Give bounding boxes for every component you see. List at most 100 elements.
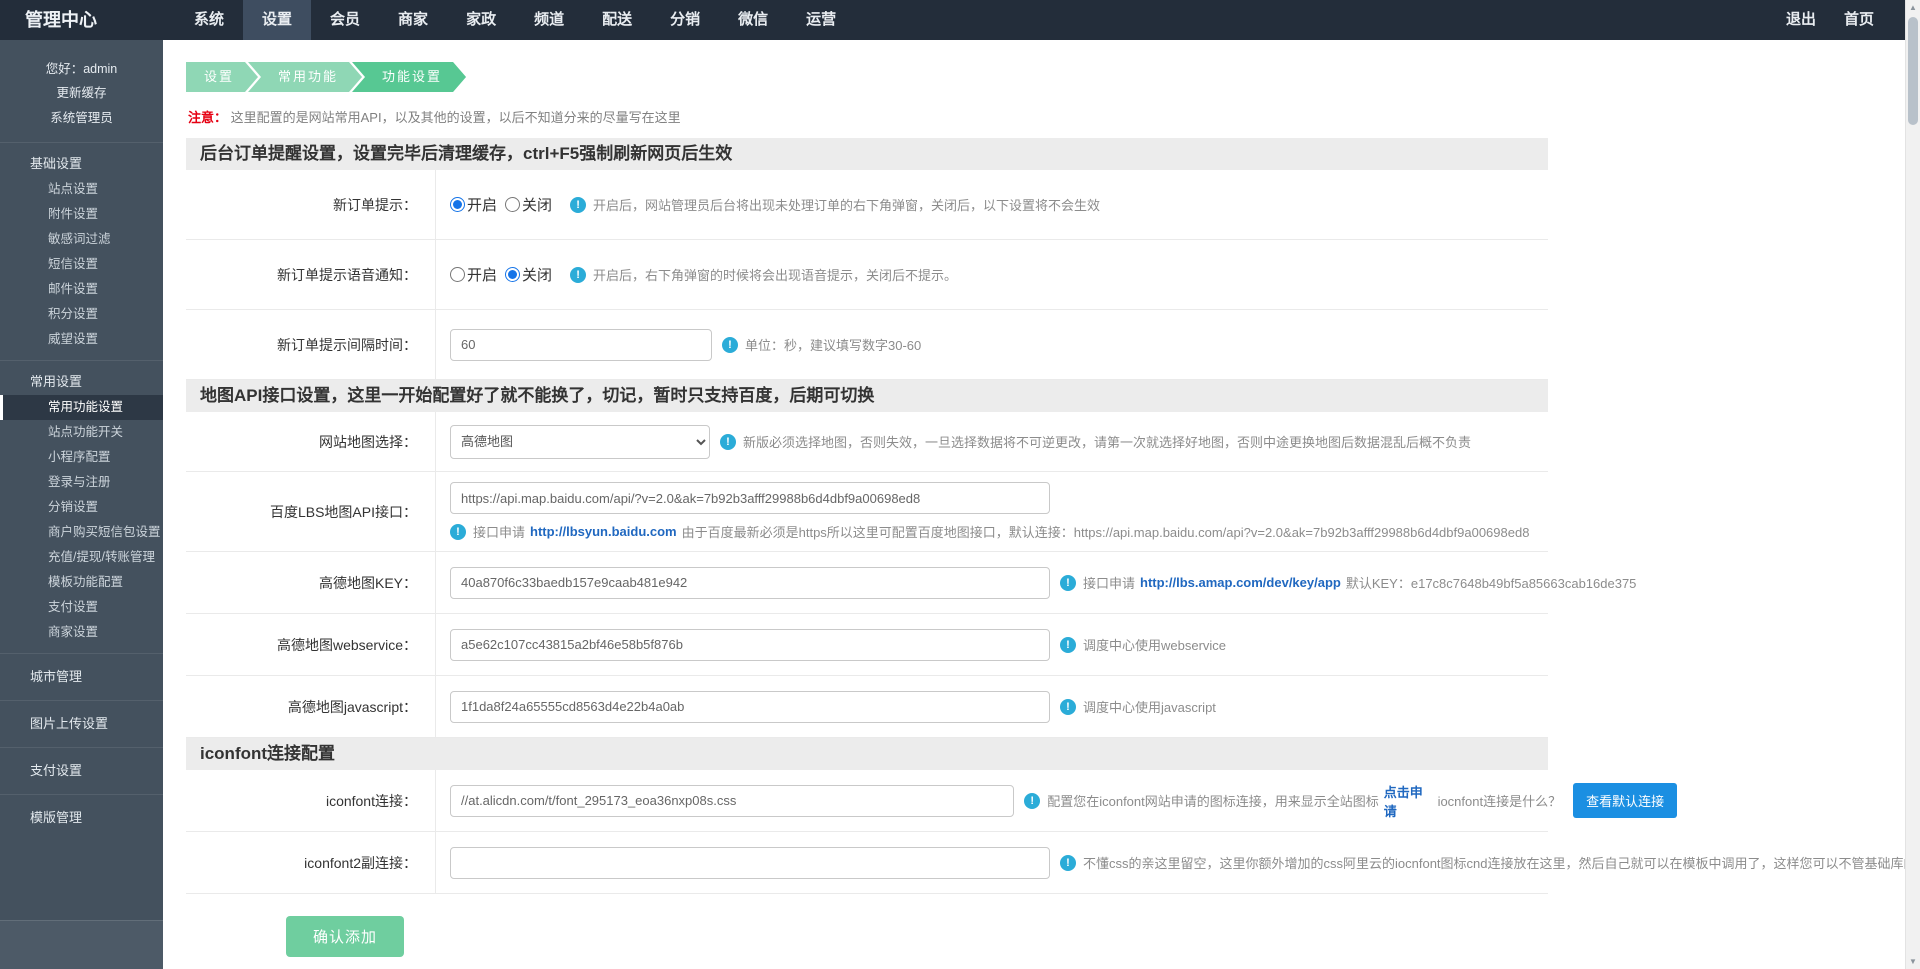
iconfont2-link-input[interactable] bbox=[450, 847, 1050, 879]
iconfont-link-input[interactable] bbox=[450, 785, 1014, 817]
sidebar-group-label-city[interactable]: 城市管理 bbox=[0, 662, 163, 692]
page-scrollbar: ▲ ▼ bbox=[1905, 0, 1920, 969]
nav-item-system[interactable]: 系统 bbox=[175, 0, 243, 40]
sidebar-item-sensitive-word-filter[interactable]: 敏感词过滤 bbox=[0, 227, 163, 252]
sidebar-group-payment: 支付设置 bbox=[0, 747, 163, 794]
field-label: 高德地图webservice： bbox=[186, 614, 436, 675]
sidebar-group-basic-settings: 基础设置 站点设置 附件设置 敏感词过滤 短信设置 邮件设置 积分设置 威望设置 bbox=[0, 142, 163, 360]
field-label: 高德地图KEY： bbox=[186, 552, 436, 613]
radio-label-off[interactable]: 关闭 bbox=[522, 194, 552, 215]
top-nav-right: 退出 首页 bbox=[1772, 0, 1920, 40]
sidebar-item-site-settings[interactable]: 站点设置 bbox=[0, 177, 163, 202]
sidebar-group-label-template[interactable]: 模版管理 bbox=[0, 803, 163, 833]
section-title-order-reminder: 后台订单提醒设置，设置完毕后清理缓存，ctrl+F5强制刷新网页后生效 bbox=[186, 138, 1548, 170]
info-icon bbox=[1060, 575, 1076, 591]
sidebar-item-payment-settings[interactable]: 支付设置 bbox=[0, 595, 163, 620]
tip-interval-input[interactable] bbox=[450, 329, 712, 361]
top-nav-menu: 系统 设置 会员 商家 家政 频道 配送 分销 微信 运营 bbox=[175, 0, 855, 40]
voice-notify-off-radio[interactable] bbox=[505, 267, 520, 282]
nav-item-delivery[interactable]: 配送 bbox=[583, 0, 651, 40]
section-title-iconfont: iconfont连接配置 bbox=[186, 738, 1548, 770]
nav-item-housekeeping[interactable]: 家政 bbox=[447, 0, 515, 40]
field-help: 单位：秒，建议填写数字30-60 bbox=[745, 335, 921, 354]
sidebar-item-recharge-withdraw-transfer[interactable]: 充值/提现/转账管理 bbox=[0, 545, 163, 570]
form-row-new-order-tip: 新订单提示： 开启 关闭 开启后，网站管理员后台将出现未处理订单的右下角弹窗，关… bbox=[186, 170, 1548, 240]
iconfont-apply-link[interactable]: 点击申请 bbox=[1384, 782, 1433, 820]
scrollbar-up-arrow[interactable]: ▲ bbox=[1906, 0, 1920, 15]
amap-webservice-input[interactable] bbox=[450, 629, 1050, 661]
sidebar-group-label-image-upload[interactable]: 图片上传设置 bbox=[0, 709, 163, 739]
nav-item-wechat[interactable]: 微信 bbox=[719, 0, 787, 40]
field-label: 高德地图javascript： bbox=[186, 676, 436, 737]
sidebar-item-common-function-settings[interactable]: 常用功能设置 bbox=[0, 395, 163, 420]
sidebar-item-distribution-settings[interactable]: 分销设置 bbox=[0, 495, 163, 520]
sidebar-group-label-basic[interactable]: 基础设置 bbox=[0, 151, 163, 177]
map-select-dropdown[interactable]: 高德地图 bbox=[450, 425, 710, 459]
sidebar-item-sms-settings[interactable]: 短信设置 bbox=[0, 252, 163, 277]
logout-link[interactable]: 退出 bbox=[1772, 0, 1830, 40]
field-label: 百度LBS地图API接口： bbox=[186, 472, 436, 551]
nav-item-settings[interactable]: 设置 bbox=[243, 0, 311, 40]
info-icon bbox=[1060, 699, 1076, 715]
nav-item-distribution[interactable]: 分销 bbox=[651, 0, 719, 40]
field-label: 新订单提示： bbox=[186, 170, 436, 239]
info-icon bbox=[720, 434, 736, 450]
amap-key-input[interactable] bbox=[450, 567, 1050, 599]
breadcrumb-step-common-functions[interactable]: 常用功能 bbox=[248, 62, 362, 92]
sidebar-item-template-function-config[interactable]: 模板功能配置 bbox=[0, 570, 163, 595]
sidebar-item-login-register[interactable]: 登录与注册 bbox=[0, 470, 163, 495]
nav-item-operations[interactable]: 运营 bbox=[787, 0, 855, 40]
amap-javascript-input[interactable] bbox=[450, 691, 1050, 723]
voice-notify-on-radio[interactable] bbox=[450, 267, 465, 282]
radio-label-on[interactable]: 开启 bbox=[467, 264, 497, 285]
radio-label-off[interactable]: 关闭 bbox=[522, 264, 552, 285]
form-row-tip-interval: 新订单提示间隔时间： 单位：秒，建议填写数字30-60 bbox=[186, 310, 1548, 380]
view-default-link-button[interactable]: 查看默认连接 bbox=[1573, 783, 1677, 818]
amap-key-apply-link[interactable]: http://lbs.amap.com/dev/key/app bbox=[1140, 575, 1341, 590]
field-help: 调度中心使用webservice bbox=[1083, 635, 1226, 654]
sidebar-footer bbox=[0, 920, 163, 969]
nav-item-merchants[interactable]: 商家 bbox=[379, 0, 447, 40]
sidebar: 您好：admin 更新缓存 系统管理员 基础设置 站点设置 附件设置 敏感词过滤… bbox=[0, 40, 163, 969]
sidebar-group-label-common[interactable]: 常用设置 bbox=[0, 369, 163, 395]
new-order-tip-on-radio[interactable] bbox=[450, 197, 465, 212]
top-nav: 管理中心 系统 设置 会员 商家 家政 频道 配送 分销 微信 运营 退出 首页 bbox=[0, 0, 1920, 40]
breadcrumb-step-settings[interactable]: 设置 bbox=[186, 62, 258, 92]
sidebar-item-merchant-sms-package[interactable]: 商户购买短信包设置 bbox=[0, 520, 163, 545]
form-row-amap-javascript: 高德地图javascript： 调度中心使用javascript bbox=[186, 676, 1548, 738]
update-cache-link[interactable]: 更新缓存 bbox=[0, 81, 163, 105]
field-label: iconfont连接： bbox=[186, 770, 436, 831]
field-help-prefix: 接口申请 bbox=[473, 522, 525, 541]
field-label: 网站地图选择： bbox=[186, 412, 436, 471]
info-icon bbox=[722, 337, 738, 353]
form-row-iconfont-link: iconfont连接： 配置您在iconfont网站申请的图标连接，用来显示全站… bbox=[186, 770, 1548, 832]
scrollbar-down-arrow[interactable]: ▼ bbox=[1906, 954, 1920, 969]
voice-notify-radio-group: 开启 关闭 bbox=[450, 264, 560, 285]
sidebar-item-site-function-switch[interactable]: 站点功能开关 bbox=[0, 420, 163, 445]
form-row-amap-key: 高德地图KEY： 接口申请 http://lbs.amap.com/dev/ke… bbox=[186, 552, 1548, 614]
sidebar-group-label-payment[interactable]: 支付设置 bbox=[0, 756, 163, 786]
breadcrumb-step-function-settings[interactable]: 功能设置 bbox=[352, 62, 466, 92]
sidebar-item-points-settings[interactable]: 积分设置 bbox=[0, 302, 163, 327]
field-help-suffix: 由于百度最新必须是https所以这里可配置百度地图接口，默认连接：https:/… bbox=[682, 522, 1530, 541]
confirm-add-button[interactable]: 确认添加 bbox=[286, 916, 404, 957]
sidebar-item-prestige-settings[interactable]: 威望设置 bbox=[0, 327, 163, 352]
nav-item-channel[interactable]: 频道 bbox=[515, 0, 583, 40]
sidebar-item-merchant-settings[interactable]: 商家设置 bbox=[0, 620, 163, 645]
sidebar-item-miniprogram-config[interactable]: 小程序配置 bbox=[0, 445, 163, 470]
form-row-amap-webservice: 高德地图webservice： 调度中心使用webservice bbox=[186, 614, 1548, 676]
new-order-tip-off-radio[interactable] bbox=[505, 197, 520, 212]
home-link[interactable]: 首页 bbox=[1830, 0, 1888, 40]
form-row-map-select: 网站地图选择： 高德地图 新版必须选择地图，否则失效，一旦选择数据将不可逆更改，… bbox=[186, 412, 1548, 472]
user-role: 系统管理员 bbox=[0, 106, 163, 130]
radio-label-on[interactable]: 开启 bbox=[467, 194, 497, 215]
baidu-lbs-api-input[interactable] bbox=[450, 482, 1050, 514]
sidebar-item-attachment-settings[interactable]: 附件设置 bbox=[0, 202, 163, 227]
new-order-tip-radio-group: 开启 关闭 bbox=[450, 194, 560, 215]
baidu-lbs-apply-link[interactable]: http://lbsyun.baidu.com bbox=[530, 524, 677, 539]
app-title[interactable]: 管理中心 bbox=[0, 0, 163, 40]
scrollbar-thumb[interactable] bbox=[1908, 17, 1918, 125]
nav-item-members[interactable]: 会员 bbox=[311, 0, 379, 40]
notice-text: 这里配置的是网站常用API，以及其他的设置，以后不知道分来的尽量写在这里 bbox=[231, 110, 681, 125]
sidebar-item-mail-settings[interactable]: 邮件设置 bbox=[0, 277, 163, 302]
